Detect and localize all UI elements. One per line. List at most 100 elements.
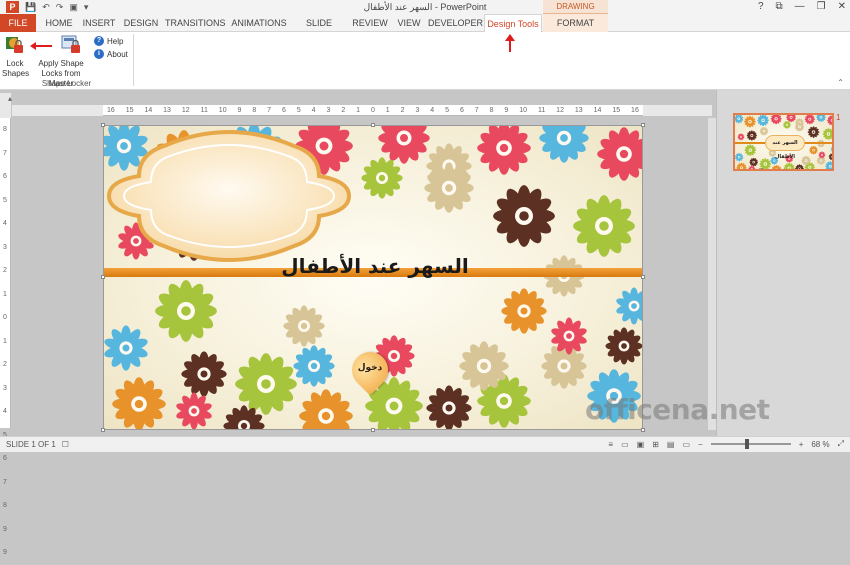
resize-handle[interactable] [641,428,645,432]
drawing-tools-band: DRAWING TOOLS [543,0,608,14]
tab-home[interactable]: HOME [40,14,78,32]
ruler-tick: 13 [575,105,583,115]
restore-button[interactable]: ❐ [817,0,826,14]
about-label: About [107,50,128,59]
zoom-in-icon[interactable]: + [799,440,804,449]
ruler-tick: 6 [460,105,464,115]
flower-decoration [378,126,430,164]
resize-handle[interactable] [641,123,645,127]
flower-decoration [223,405,264,430]
slide-sorter-icon[interactable]: ⊞ [652,440,659,449]
flower-decoration [831,146,834,153]
fit-slide-icon[interactable]: ⤢ [838,439,844,449]
normal-view-icon[interactable]: ▣ [637,440,645,449]
vertical-scrollbar[interactable] [708,118,716,430]
ruler-tick: 10 [519,105,527,115]
resize-handle[interactable] [371,428,375,432]
group-separator [133,34,134,86]
slideshow-view-icon[interactable]: ▭ [682,440,690,449]
zoom-level[interactable]: 68 % [811,440,829,449]
about-button[interactable]: i About [94,49,128,59]
ruler-tick: 6 [0,165,10,189]
tab-file[interactable]: FILE [0,14,36,32]
flower-decoration [573,195,635,257]
collapse-ribbon-icon[interactable]: ⌃ [837,78,844,87]
title-label-shape[interactable] [104,126,354,266]
zoom-slider[interactable] [711,443,791,445]
flower-decoration [605,327,642,364]
flower-decoration [539,126,588,163]
tab-insert[interactable]: INSERT [80,14,118,32]
flower-decoration [825,161,834,171]
flower-decoration [361,157,402,198]
ruler-tick: 11 [201,105,208,115]
flower-decoration [736,163,746,171]
help-button[interactable]: ? Help [94,36,123,46]
ruler-tick: 4 [312,105,316,115]
flower-decoration [795,164,804,171]
comments-icon[interactable]: ▭ [621,440,629,449]
flower-decoration [829,153,834,160]
ruler-tick: 2 [0,259,10,283]
slide-title[interactable]: السهر عند الأطفال [250,254,500,278]
flower-decoration [827,115,834,125]
tab-design-tools[interactable]: Design Tools [484,14,542,33]
tab-format[interactable]: FORMAT [543,14,608,32]
help-label: Help [107,37,123,46]
help-window-button[interactable]: ? [758,0,764,14]
slide-thumbnail[interactable]: السهر عند الأطفال [733,113,834,171]
lock-shapes-button[interactable]: Lock Shapes [2,34,28,79]
tab-slide-show[interactable]: SLIDE SHOW [292,14,346,32]
tab-view[interactable]: VIEW [393,14,425,32]
tab-design[interactable]: DESIGN [121,14,161,32]
slide-count[interactable]: SLIDE 1 OF 1 [6,440,56,449]
zoom-out-icon[interactable]: − [698,440,703,449]
resize-handle[interactable] [101,275,105,279]
ribbon-options-button[interactable]: ⧉ [776,0,783,14]
ruler-tick: 15 [612,105,620,115]
ruler-tick: 5 [297,105,301,115]
minimize-button[interactable]: — [795,0,805,14]
ruler-tick: 14 [144,105,152,115]
red-arrow-up-icon [505,34,515,52]
ruler-tick: 6 [282,105,286,115]
resize-handle[interactable] [101,428,105,432]
tab-developer[interactable]: DEVELOPER [428,14,482,32]
notes-icon[interactable]: ≡ [608,440,613,449]
flower-decoration [426,385,471,430]
ruler-tick: 12 [556,105,564,115]
ruler-tick: 4 [0,212,10,236]
resize-handle[interactable] [101,123,105,127]
slide-canvas[interactable]: السهر عند الأطفال دخول [103,125,643,430]
flower-decoration [816,115,825,122]
zoom-knob[interactable] [745,439,749,449]
spell-check-icon[interactable]: ☐ [62,440,69,449]
ruler-tick: 4 [430,105,434,115]
flower-decoration [757,115,769,126]
ruler-tick: 15 [126,105,134,115]
reading-view-icon[interactable]: ▤ [667,440,675,449]
flower-decoration [737,133,744,140]
tab-review[interactable]: REVIEW [349,14,391,32]
tab-transitions[interactable]: TRANSITIONS [165,14,225,32]
tab-animations[interactable]: ANIMATIONS [229,14,289,32]
flower-decoration [749,158,758,167]
flower-decoration [805,115,815,124]
ruler-toggle-icon[interactable]: ▴ [8,94,12,103]
ruler-tick: 2 [401,105,405,115]
flower-decoration [424,163,473,212]
lock-shapes-label-1: Lock [2,59,28,69]
enter-button-label[interactable]: دخول [352,363,388,373]
flower-decoration [747,130,757,140]
resize-handle[interactable] [641,275,645,279]
flower-decoration [748,166,755,171]
apply-locks-label-1: Apply Shape [30,59,92,69]
ruler-tick: 14 [594,105,602,115]
status-right: ≡ ▭ ▣ ⊞ ▤ ▭ − + 68 % ⤢ [608,439,844,449]
group-label-shape-locker: Shape Locker [0,79,133,88]
flower-decoration [809,146,818,155]
close-button[interactable]: ✕ [838,0,846,14]
thumbnail-number: 1 [836,113,840,122]
window-controls: ? ⧉ — ❐ ✕ [758,0,846,14]
resize-handle[interactable] [371,123,375,127]
